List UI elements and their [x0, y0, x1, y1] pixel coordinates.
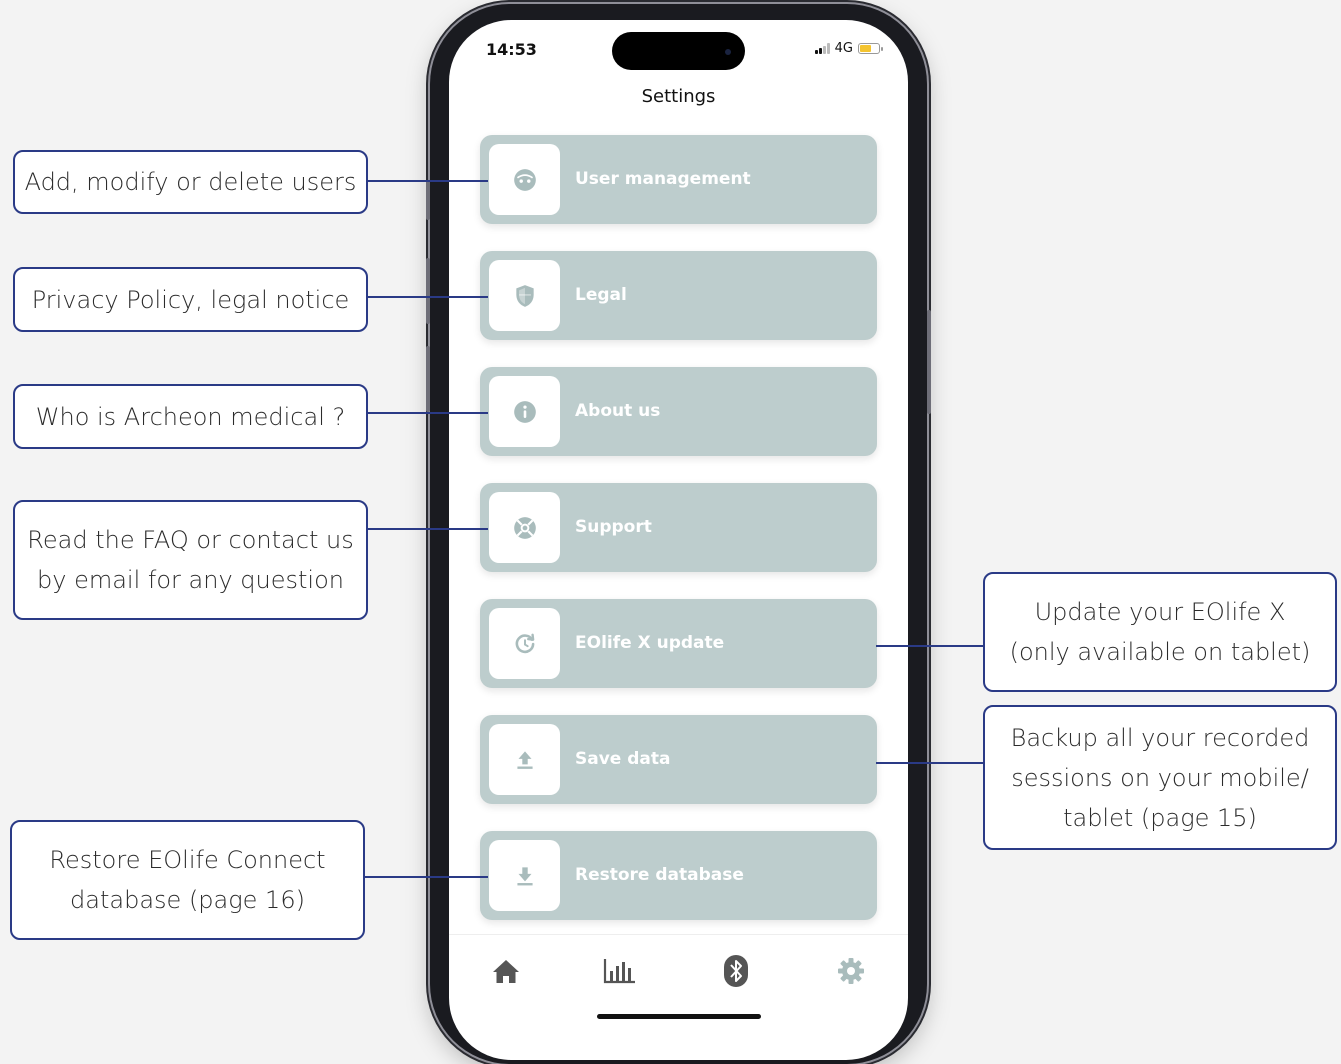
connector-save	[876, 762, 985, 764]
callout-text: (only available on tablet)	[1009, 638, 1311, 666]
connector-update	[876, 645, 985, 647]
menu-item-save-data[interactable]: Save data	[480, 715, 877, 804]
callout-text: database (page 16)	[70, 886, 305, 914]
page-title: Settings	[641, 86, 716, 107]
callout-text: Update your EOlife X	[1034, 598, 1286, 626]
menu-item-support[interactable]: Support	[480, 483, 877, 572]
tab-home[interactable]	[486, 953, 526, 989]
phone-screen: 14:53 4G Settings User management Legal …	[449, 20, 908, 1060]
callout-text: by email for any question	[37, 566, 344, 594]
info-icon	[513, 400, 536, 423]
home-icon	[493, 960, 519, 983]
menu-label: Support	[575, 517, 652, 537]
dynamic-island	[612, 32, 745, 70]
menu-icon-box	[489, 608, 560, 679]
connector-support	[367, 528, 488, 530]
shield-icon	[515, 284, 534, 307]
menu-item-restore-database[interactable]: Restore database	[480, 831, 877, 920]
face-icon	[513, 168, 536, 191]
gear-icon	[838, 958, 864, 984]
callout-save: Backup all your recorded sessions on you…	[983, 705, 1337, 850]
download-icon	[516, 866, 533, 885]
phone-volume-up-button	[426, 258, 430, 324]
menu-label: EOlife X update	[575, 633, 725, 653]
status-time: 14:53	[486, 40, 537, 59]
connector-legal	[367, 296, 488, 298]
network-type: 4G	[834, 41, 853, 56]
menu-label: User management	[575, 169, 751, 189]
menu-label: Restore database	[575, 865, 744, 885]
menu-icon-box	[489, 492, 560, 563]
connector-restore	[364, 876, 488, 878]
menu-label: About us	[575, 401, 661, 421]
lifebuoy-icon	[513, 516, 536, 539]
menu-icon-box	[489, 840, 560, 911]
callout-update: Update your EOlife X (only available on …	[983, 572, 1337, 692]
callout-text: sessions on your mobile/	[1011, 763, 1309, 792]
callout-text: Read the FAQ or contact us	[27, 526, 354, 554]
menu-icon-box	[489, 376, 560, 447]
callout-legal: Privacy Policy, legal notice	[13, 267, 368, 332]
menu-item-about-us[interactable]: About us	[480, 367, 877, 456]
callout-text: Add, modify or delete users	[24, 168, 357, 196]
callout-text: Who is Archeon medical ?	[35, 402, 346, 431]
menu-item-legal[interactable]: Legal	[480, 251, 877, 340]
menu-label: Save data	[575, 749, 671, 769]
callout-text: Backup all your recorded	[1010, 723, 1310, 752]
upload-icon	[516, 750, 533, 769]
status-indicators: 4G	[814, 41, 883, 56]
signal-icon	[814, 43, 830, 54]
callout-restore: Restore EOlife Connect database (page 16…	[10, 820, 365, 940]
phone-action-button	[426, 180, 430, 220]
menu-item-user-management[interactable]: User management	[480, 135, 877, 224]
menu-icon-box	[489, 144, 560, 215]
bottom-tab-bar	[449, 934, 908, 1005]
home-indicator	[597, 1014, 761, 1019]
tab-statistics[interactable]	[600, 953, 640, 989]
tab-bluetooth[interactable]	[716, 953, 756, 989]
bluetooth-icon	[724, 955, 748, 987]
menu-icon-box	[489, 724, 560, 795]
menu-icon-box	[489, 260, 560, 331]
callout-about: Who is Archeon medical ?	[13, 384, 368, 449]
connector-about	[367, 412, 488, 414]
phone-volume-down-button	[426, 346, 430, 412]
battery-icon	[858, 43, 883, 54]
callout-user-management: Add, modify or delete users	[13, 150, 368, 214]
menu-label: Legal	[575, 285, 627, 305]
connector-user-management	[367, 180, 488, 182]
menu-item-eolife-update[interactable]: EOlife X update	[480, 599, 877, 688]
refresh-icon	[515, 633, 534, 653]
callout-text: Restore EOlife Connect	[49, 846, 326, 874]
callout-support: Read the FAQ or contact us by email for …	[13, 500, 368, 620]
bar-chart-icon	[603, 959, 635, 984]
callout-text: tablet (page 15)	[1063, 803, 1257, 832]
tab-settings[interactable]	[831, 953, 871, 989]
callout-text: Privacy Policy, legal notice	[31, 285, 350, 314]
phone-power-button	[927, 310, 931, 414]
